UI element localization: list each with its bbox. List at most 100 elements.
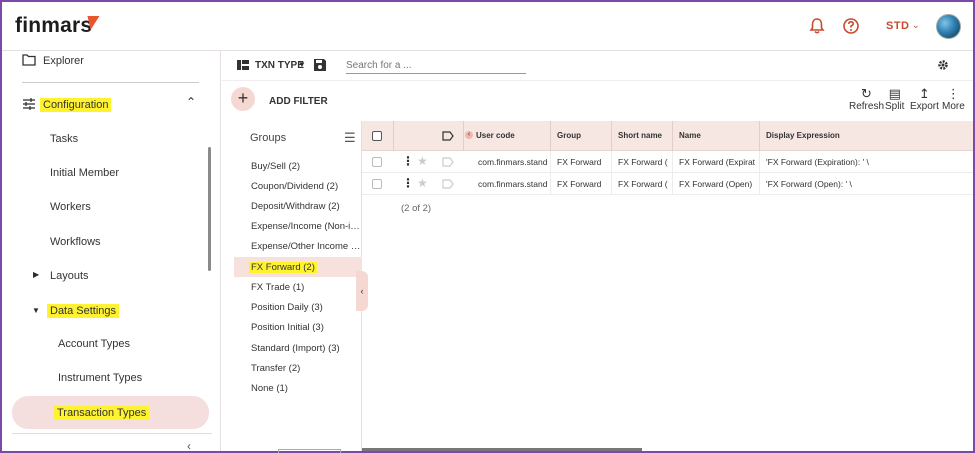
column-header-display-expression[interactable]: Display Expression bbox=[760, 121, 973, 151]
sidebar-item-transaction-types[interactable]: Transaction Types bbox=[2, 402, 221, 424]
cell-display-expression: 'FX Forward (Expiration): ' \ bbox=[766, 157, 869, 167]
more-button[interactable]: ⋮ More bbox=[942, 86, 965, 112]
refresh-button[interactable]: ↻ Refresh bbox=[849, 86, 884, 112]
row-checkbox[interactable] bbox=[372, 179, 382, 189]
group-item[interactable]: Coupon/Dividend (2) bbox=[251, 181, 361, 192]
sidebar-item-tasks[interactable]: Tasks bbox=[2, 129, 221, 151]
select-all-checkbox[interactable] bbox=[372, 131, 382, 141]
sidebar-item-label: Data Settings bbox=[47, 304, 120, 318]
cell-name: FX Forward (Expirat bbox=[673, 151, 760, 173]
user-workspace-label[interactable]: STD bbox=[886, 20, 910, 32]
sidebar-item-label: Configuration bbox=[40, 98, 112, 112]
table-row[interactable]: ⋮ ★ com.finmars.stand FX Forward FX Forw… bbox=[362, 173, 973, 195]
menu-icon[interactable]: ☰ bbox=[344, 130, 356, 146]
layout-grid-icon[interactable] bbox=[237, 60, 249, 70]
sidebar-item-layouts[interactable]: Layouts bbox=[2, 266, 221, 288]
chevron-up-icon[interactable]: ⌃ bbox=[186, 95, 196, 109]
header-actions-cell bbox=[394, 121, 464, 151]
horizontal-scrollbar[interactable] bbox=[362, 448, 642, 451]
column-header-name[interactable]: Name bbox=[673, 121, 760, 151]
sidebar-item-explorer[interactable]: Explorer bbox=[2, 51, 221, 73]
help-icon[interactable] bbox=[842, 17, 860, 35]
sidebar-item-label: Account Types bbox=[58, 338, 130, 350]
sidebar-item-workflows[interactable]: Workflows bbox=[2, 232, 221, 254]
bottom-tab[interactable] bbox=[278, 449, 341, 453]
sidebar-item-instrument-types[interactable]: Instrument Types bbox=[2, 368, 221, 390]
sidebar-bottom-divider bbox=[12, 433, 212, 434]
group-item[interactable]: Position Initial (3) bbox=[251, 322, 361, 333]
sidebar-item-label: Workflows bbox=[50, 236, 101, 248]
sidebar-divider bbox=[22, 82, 199, 83]
top-header: finmars STD ⌄ bbox=[2, 2, 973, 51]
group-item[interactable]: Expense/Income (Non-instr... bbox=[251, 221, 361, 232]
export-label: Export bbox=[910, 101, 939, 112]
split-button[interactable]: ▤ Split bbox=[885, 86, 904, 112]
group-item[interactable]: Expense/Other Income (Ins... bbox=[251, 241, 361, 252]
cell-display-expression: 'FX Forward (Open): ' \ bbox=[766, 179, 852, 189]
sidebar-item-initial-member[interactable]: Initial Member bbox=[2, 163, 221, 185]
sidebar-item-label: Instrument Types bbox=[58, 372, 143, 384]
top-toolbar: TXN TYPE ▼ bbox=[222, 51, 973, 81]
group-item[interactable]: Buy/Sell (2) bbox=[251, 161, 361, 172]
add-filter-button[interactable]: + bbox=[231, 87, 255, 111]
sidebar-scrollbar[interactable] bbox=[208, 147, 211, 271]
more-vertical-icon: ⋮ bbox=[946, 86, 960, 101]
column-header-group[interactable]: Group bbox=[551, 121, 612, 151]
collapse-sidebar-icon[interactable]: ‹ bbox=[187, 439, 191, 453]
sidebar-item-label: Tasks bbox=[50, 133, 79, 145]
tag-icon[interactable] bbox=[442, 131, 454, 141]
refresh-icon: ↻ bbox=[861, 86, 872, 101]
table-row[interactable]: ⋮ ★ com.finmars.stand FX Forward FX Forw… bbox=[362, 151, 973, 173]
header-select-cell bbox=[362, 121, 394, 151]
logo-mark-icon bbox=[84, 16, 100, 30]
column-header-user-code[interactable]: User code bbox=[470, 121, 551, 151]
chevron-down-icon[interactable]: ⌄ bbox=[912, 20, 920, 31]
sidebar-item-account-types[interactable]: Account Types bbox=[2, 334, 221, 356]
cell-short-name: FX Forward ( bbox=[612, 173, 673, 195]
tag-icon[interactable] bbox=[442, 157, 454, 167]
group-item[interactable]: Deposit/Withdraw (2) bbox=[251, 201, 361, 212]
entity-type-selector[interactable]: TXN TYPE bbox=[255, 60, 304, 71]
sidebar-item-label: Workers bbox=[50, 201, 91, 213]
row-count: (2 of 2) bbox=[401, 203, 432, 214]
table-header: ‹ User code Group Short name Name Displa… bbox=[362, 121, 973, 151]
sidebar-item-data-settings[interactable]: Data Settings bbox=[2, 300, 221, 322]
export-button[interactable]: ↥ Export bbox=[910, 86, 939, 112]
filter-toolbar: + ADD FILTER ↻ Refresh ▤ Split ↥ Export … bbox=[222, 81, 973, 121]
refresh-label: Refresh bbox=[849, 101, 885, 112]
row-checkbox[interactable] bbox=[372, 157, 382, 167]
caret-down-icon[interactable]: ▼ bbox=[298, 60, 306, 69]
groups-panel: Groups ☰ Buy/Sell (2) Coupon/Dividend (2… bbox=[222, 121, 362, 451]
cell-group: FX Forward bbox=[551, 151, 612, 173]
sidebar-item-label: Transaction Types bbox=[54, 406, 150, 420]
add-filter-label[interactable]: ADD FILTER bbox=[269, 96, 328, 107]
row-menu-icon[interactable]: ⋮ bbox=[402, 176, 414, 190]
avatar[interactable] bbox=[936, 14, 961, 39]
column-header-short-name[interactable]: Short name bbox=[612, 121, 673, 151]
cell-user-code: com.finmars.stand bbox=[472, 173, 551, 195]
sidebar-item-workers[interactable]: Workers bbox=[2, 197, 221, 219]
group-item[interactable]: Standard (Import) (3) bbox=[251, 343, 361, 354]
star-icon[interactable]: ★ bbox=[417, 154, 428, 168]
split-label: Split bbox=[885, 101, 905, 112]
group-item[interactable]: Transfer (2) bbox=[251, 363, 361, 374]
group-item[interactable]: Position Daily (3) bbox=[251, 302, 361, 313]
bell-icon[interactable] bbox=[808, 17, 826, 35]
export-icon: ↥ bbox=[919, 86, 930, 101]
transaction-types-table: ‹ User code Group Short name Name Displa… bbox=[362, 121, 973, 451]
group-item-active[interactable]: FX Forward (2) bbox=[249, 262, 317, 273]
star-icon[interactable]: ★ bbox=[417, 176, 428, 190]
tag-icon[interactable] bbox=[442, 179, 454, 189]
save-icon[interactable] bbox=[314, 59, 326, 71]
group-item[interactable]: FX Trade (1) bbox=[251, 282, 361, 293]
row-menu-icon[interactable]: ⋮ bbox=[402, 154, 414, 168]
gear-icon[interactable] bbox=[937, 59, 949, 71]
split-icon: ▤ bbox=[888, 86, 901, 101]
group-item[interactable]: None (1) bbox=[251, 383, 361, 394]
search-input[interactable] bbox=[346, 57, 526, 74]
finmars-logo[interactable]: finmars bbox=[15, 14, 92, 38]
sidebar-item-label: Initial Member bbox=[50, 167, 120, 179]
sidebar-item-label: Explorer bbox=[43, 55, 84, 67]
sidebar-item-label: Layouts bbox=[50, 270, 89, 282]
cell-name: FX Forward (Open) bbox=[673, 173, 760, 195]
